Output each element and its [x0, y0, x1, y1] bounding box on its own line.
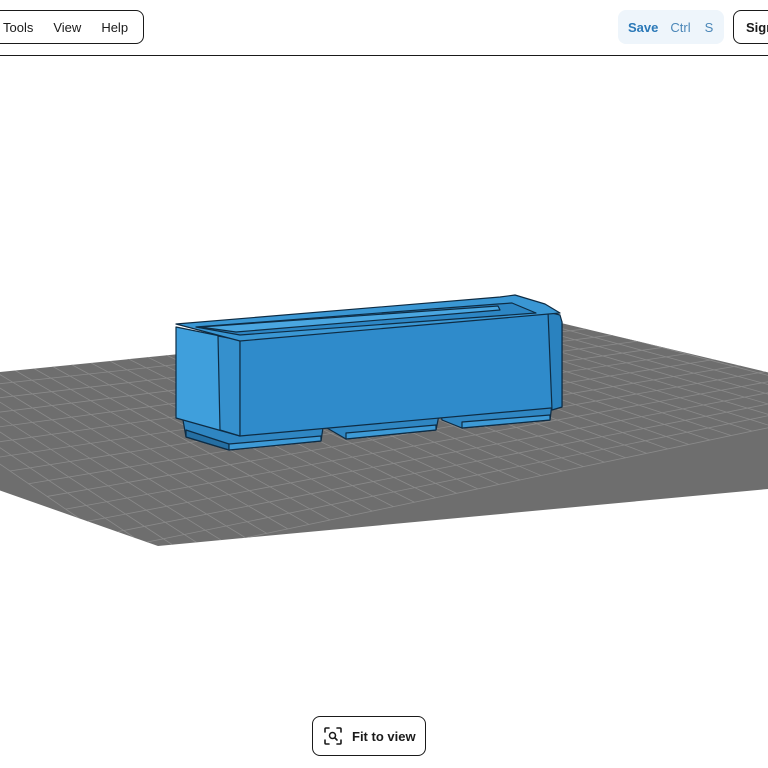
app-window: Tools View Help Save Ctrl S Sign — [0, 0, 768, 768]
fit-to-view-icon — [324, 727, 342, 745]
shortcut-ctrl: Ctrl — [670, 19, 691, 35]
menu-help[interactable]: Help — [101, 20, 128, 35]
menu-view[interactable]: View — [53, 20, 81, 35]
fit-to-view-button[interactable]: Fit to view — [312, 716, 426, 756]
save-button[interactable]: Save Ctrl S — [618, 10, 724, 44]
menu-bar: Tools View Help — [0, 10, 144, 44]
save-label: Save — [628, 19, 659, 35]
sign-in-button[interactable]: Sign — [733, 10, 768, 44]
fit-to-view-label: Fit to view — [352, 728, 416, 744]
3d-viewport[interactable] — [0, 56, 768, 768]
top-toolbar: Tools View Help Save Ctrl S Sign — [0, 0, 768, 56]
shortcut-key: S — [704, 19, 714, 35]
menu-tools[interactable]: Tools — [3, 20, 33, 35]
